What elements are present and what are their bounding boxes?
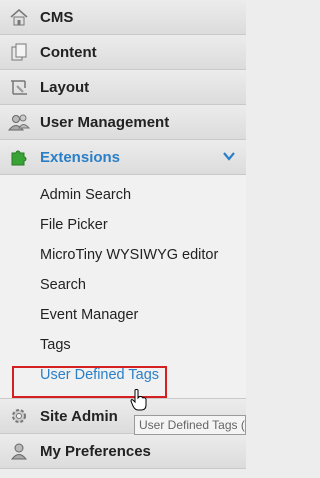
- chevron-down-icon[interactable]: [222, 149, 236, 168]
- nav-item-label: Layout: [40, 78, 90, 96]
- puzzle-icon: [8, 146, 30, 168]
- admin-sidebar-menu: CMS Content Layout User Management Exten…: [0, 0, 246, 469]
- pages-icon: [8, 41, 30, 63]
- nav-item-user-management[interactable]: User Management: [0, 105, 246, 140]
- nav-item-label: Content: [40, 43, 97, 61]
- gear-icon: [8, 405, 30, 427]
- users-icon: [8, 111, 30, 133]
- nav-item-layout[interactable]: Layout: [0, 70, 246, 105]
- tooltip: User Defined Tags (U: [134, 415, 246, 435]
- nav-item-label: User Management: [40, 113, 170, 131]
- nav-item-cms[interactable]: CMS: [0, 0, 246, 35]
- submenu-item-event-manager[interactable]: Event Manager: [0, 300, 246, 330]
- nav-item-content[interactable]: Content: [0, 35, 246, 70]
- hand-cursor-icon: [130, 389, 148, 411]
- submenu-item-admin-search[interactable]: Admin Search: [0, 180, 246, 210]
- submenu-item-tags[interactable]: Tags: [0, 330, 246, 360]
- home-icon: [8, 6, 30, 28]
- nav-item-label: CMS: [40, 8, 74, 26]
- submenu-item-user-defined-tags[interactable]: User Defined Tags: [0, 360, 246, 390]
- submenu-item-file-picker[interactable]: File Picker: [0, 210, 246, 240]
- user-icon: [8, 440, 30, 462]
- submenu-item-microtiny[interactable]: MicroTiny WYSIWYG editor: [0, 240, 246, 270]
- nav-item-my-preferences[interactable]: My Preferences: [0, 434, 246, 469]
- nav-item-label: Extensions: [40, 148, 121, 166]
- submenu-item-search[interactable]: Search: [0, 270, 246, 300]
- nav-item-extensions[interactable]: Extensions: [0, 140, 246, 175]
- extensions-submenu: Admin Search File Picker MicroTiny WYSIW…: [0, 175, 246, 399]
- layout-icon: [8, 76, 30, 98]
- nav-item-label: Site Admin: [40, 407, 118, 425]
- nav-item-label: My Preferences: [40, 442, 151, 460]
